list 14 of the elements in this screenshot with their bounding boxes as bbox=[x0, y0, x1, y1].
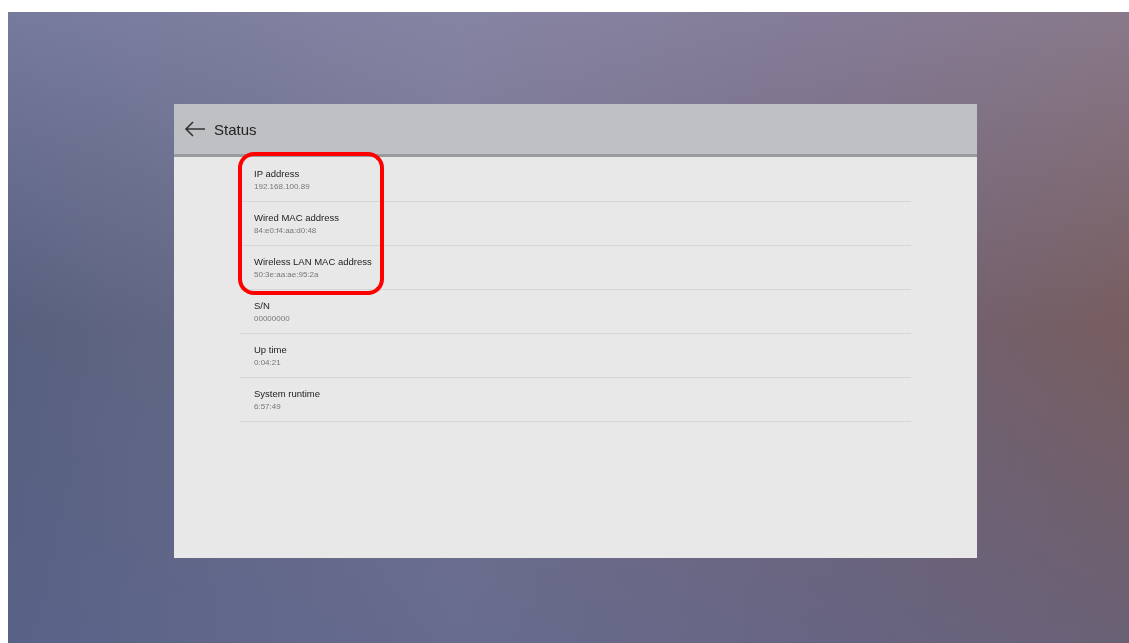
row-value: 6:57:49 bbox=[254, 402, 282, 411]
row-label: System runtime bbox=[254, 388, 321, 399]
row-value: 84:e0:f4:aa:d0:48 bbox=[254, 226, 318, 235]
page-title: Status bbox=[214, 120, 257, 138]
row-label: IP address bbox=[254, 168, 301, 179]
row-label: Wired MAC address bbox=[254, 212, 340, 223]
row-label: Up time bbox=[254, 344, 288, 355]
back-arrow-icon[interactable] bbox=[184, 121, 206, 137]
row-value: 00000000 bbox=[254, 314, 291, 323]
row-value: 0:04:21 bbox=[254, 358, 282, 367]
row-value: 192.168.100.89 bbox=[254, 182, 311, 191]
row-label: S/N bbox=[254, 300, 271, 311]
row-value: 50:3e:aa:ae:95:2a bbox=[254, 270, 320, 279]
row-label: Wireless LAN MAC address bbox=[254, 256, 373, 267]
